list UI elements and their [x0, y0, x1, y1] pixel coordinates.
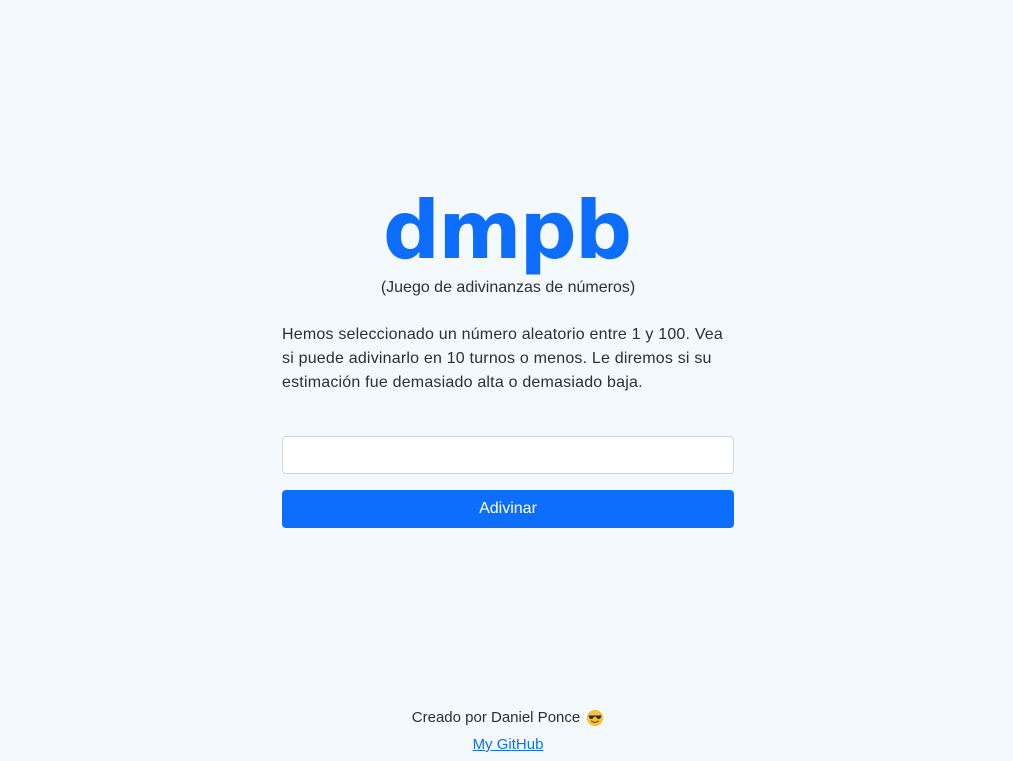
app-logo: dmpb	[382, 184, 632, 277]
github-link[interactable]: My GitHub	[473, 735, 544, 755]
footer-credit-row: Creado por Daniel Ponce	[0, 707, 1013, 729]
guess-input[interactable]	[282, 436, 734, 474]
app-subtitle: (Juego de adivinanzas de números)	[380, 279, 636, 296]
game-description: Hemos seleccionado un número aleatorio e…	[282, 326, 724, 391]
footer: Creado por Daniel Ponce My GitHub	[0, 707, 1013, 755]
guess-button[interactable]: Adivinar	[282, 490, 734, 528]
footer-credit: Creado por Daniel Ponce	[411, 709, 581, 726]
sunglasses-face-icon	[587, 709, 604, 727]
